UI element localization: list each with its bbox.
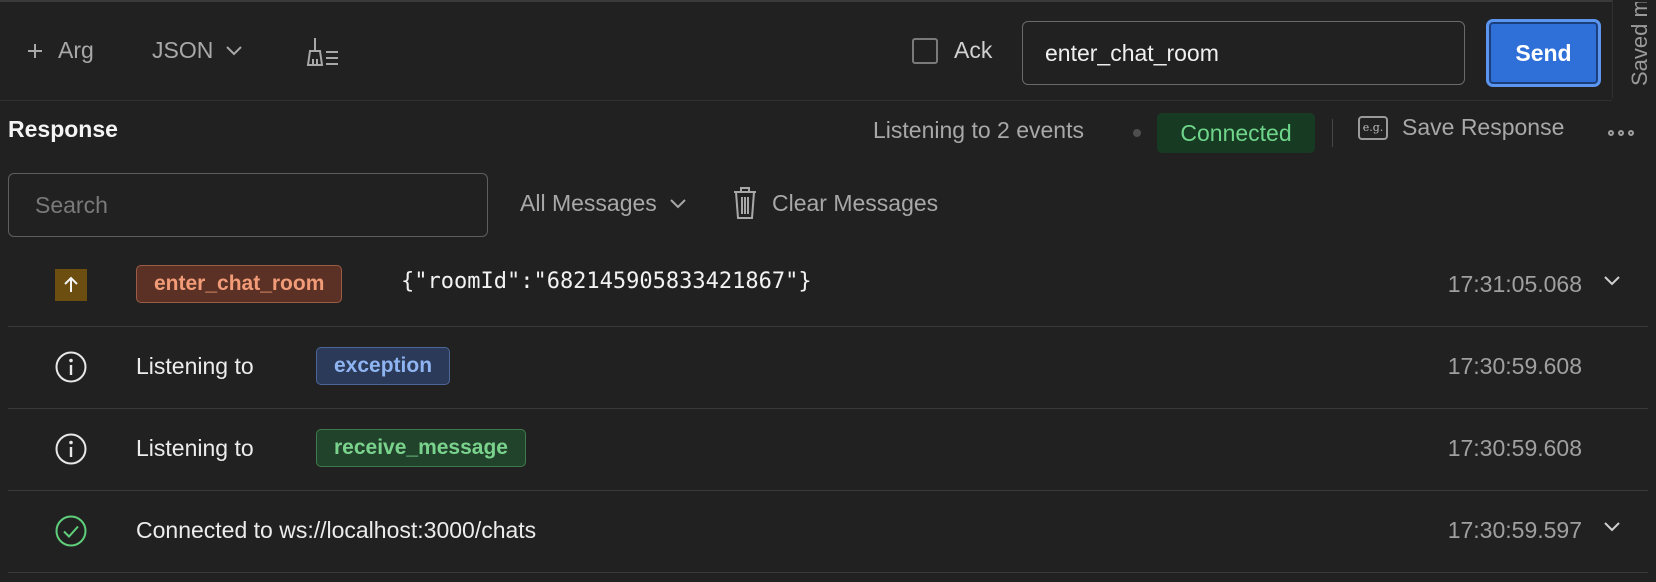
message-payload: {"roomId":"682145905833421867"} — [401, 269, 812, 294]
request-toolbar: Arg JSON Ack Send — [0, 2, 1612, 101]
status-badge: Connected — [1157, 113, 1315, 153]
event-tag: receive_message — [316, 429, 526, 467]
vertical-divider — [1332, 119, 1333, 147]
event-tag: exception — [316, 347, 451, 385]
message-timestamp: 17:30:59.608 — [1447, 435, 1582, 461]
chevron-down-icon[interactable] — [1602, 520, 1622, 534]
message-row-connected[interactable]: Connected to ws://localhost:3000/chats 1… — [8, 490, 1648, 573]
example-icon: e.g. — [1358, 115, 1388, 140]
chevron-down-icon[interactable] — [1602, 274, 1622, 288]
chevron-down-icon — [226, 45, 243, 55]
response-title: Response — [8, 116, 118, 142]
chevron-down-icon — [670, 198, 686, 208]
plus-icon — [28, 43, 42, 58]
trash-icon — [734, 187, 756, 219]
listening-status: Listening to 2 events — [873, 117, 1084, 143]
message-timestamp: 17:31:05.068 — [1447, 271, 1582, 297]
clear-messages-label: Clear Messages — [772, 189, 939, 216]
event-tag: enter_chat_room — [136, 265, 343, 303]
save-response-button[interactable]: e.g. Save Response — [1358, 114, 1564, 141]
arrow-up-icon — [55, 269, 87, 301]
check-circle-icon — [55, 515, 87, 547]
broom-icon — [306, 38, 338, 66]
info-icon — [55, 351, 87, 383]
ack-checkbox[interactable] — [912, 37, 938, 64]
beautify-button[interactable] — [305, 35, 341, 69]
message-row-info[interactable]: Listening to receive_message 17:30:59.60… — [8, 408, 1648, 491]
ack-label: Ack — [954, 37, 993, 63]
more-options-icon[interactable] — [1608, 130, 1634, 136]
add-arg-label: Arg — [58, 37, 94, 63]
format-dropdown[interactable]: JSON — [152, 37, 243, 64]
save-response-label: Save Response — [1402, 114, 1565, 140]
message-timestamp: 17:30:59.597 — [1447, 517, 1582, 543]
message-filter-dropdown[interactable]: All Messages — [520, 190, 687, 217]
message-timestamp: 17:30:59.608 — [1447, 353, 1582, 379]
message-filter-label: All Messages — [520, 190, 657, 216]
saved-messages-label: Saved m — [1627, 2, 1652, 86]
message-row-info[interactable]: Listening to exception 17:30:59.608 — [8, 326, 1648, 409]
event-name-input[interactable] — [1022, 21, 1465, 85]
clear-messages-button[interactable]: Clear Messages — [732, 186, 938, 220]
add-arg-button[interactable]: Arg — [26, 37, 94, 64]
message-row-emit[interactable]: enter_chat_room {"roomId":"6821459058334… — [8, 244, 1648, 327]
format-label: JSON — [152, 37, 214, 63]
message-text: Listening to — [136, 353, 254, 379]
message-text: Connected to ws://localhost:3000/chats — [136, 517, 537, 543]
info-icon — [55, 433, 87, 465]
search-input[interactable] — [8, 173, 488, 237]
ack-toggle[interactable]: Ack — [912, 37, 992, 64]
separator-dot — [1133, 129, 1141, 137]
message-text: Listening to — [136, 435, 254, 461]
saved-messages-panel[interactable]: Saved m — [1612, 0, 1656, 98]
send-button[interactable]: Send — [1486, 19, 1601, 87]
